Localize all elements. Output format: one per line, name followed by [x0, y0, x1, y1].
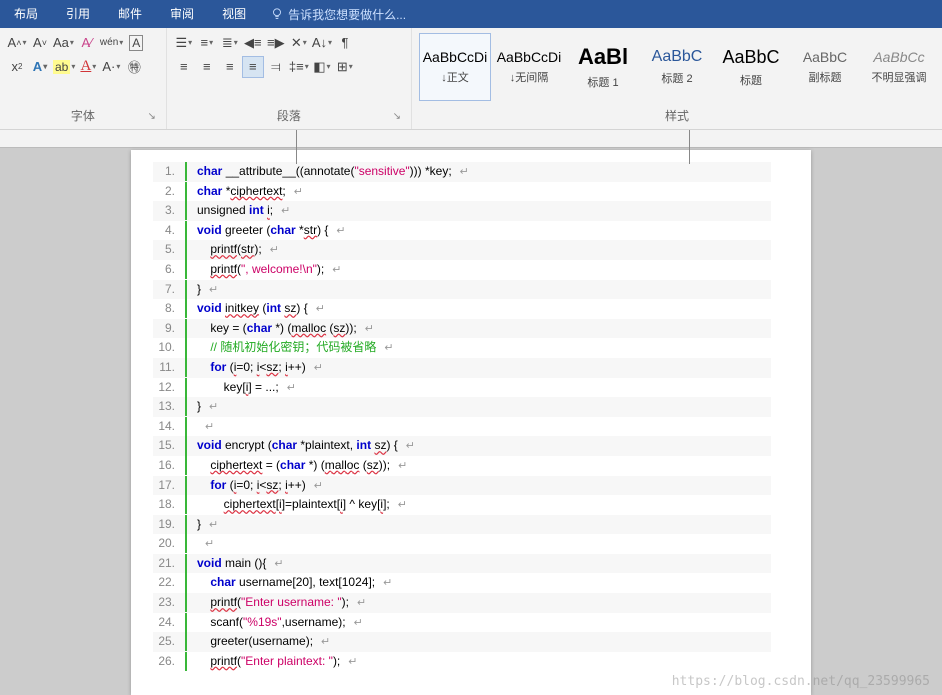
- right-margin-marker: [689, 130, 723, 164]
- styles-gallery: AaBbCcDi↓正文 AaBbCcDi↓无间隔 AaBl标题 1 AaBbC标…: [418, 31, 936, 103]
- styles-group-label: 样式: [418, 105, 936, 126]
- enclose-char-btn[interactable]: ㊕: [123, 56, 145, 78]
- tab-layout[interactable]: 布局: [0, 0, 52, 28]
- line-number: 23.: [153, 593, 187, 612]
- document-area: 1.char __attribute__((annotate("sensitiv…: [0, 130, 942, 695]
- show-marks-btn[interactable]: ¶: [334, 32, 356, 54]
- para-mark-icon: ↵: [460, 164, 469, 182]
- paragraph-launcher-icon[interactable]: ↘: [393, 111, 401, 122]
- highlight-btn[interactable]: ab: [52, 56, 76, 78]
- watermark-text: https://blog.csdn.net/qq_23599965: [672, 674, 930, 689]
- line-number: 18.: [153, 495, 187, 514]
- borders-btn[interactable]: ⊞: [334, 56, 356, 78]
- tell-me-hint[interactable]: 告诉我您想要做什么...: [270, 6, 406, 23]
- line-number: 5.: [153, 240, 187, 259]
- phonetic-btn[interactable]: wén: [99, 32, 124, 54]
- line-number: 10.: [153, 338, 187, 357]
- align-center-btn[interactable]: ≡: [196, 56, 218, 78]
- line-number: 21.: [153, 554, 187, 573]
- line-number: 2.: [153, 182, 187, 201]
- font-grow-btn[interactable]: A˅: [29, 32, 51, 54]
- line-number: 11.: [153, 358, 187, 377]
- left-margin-marker: [263, 130, 297, 164]
- font-launcher-icon[interactable]: ↘: [147, 111, 155, 122]
- tab-view[interactable]: 视图: [208, 0, 260, 28]
- page[interactable]: 1.char __attribute__((annotate("sensitiv…: [131, 150, 811, 695]
- shading-btn[interactable]: ◧: [311, 56, 333, 78]
- font-group-label: 字体↘: [6, 105, 160, 126]
- line-number: 9.: [153, 319, 187, 338]
- character-border-btn[interactable]: A: [125, 32, 147, 54]
- align-right-btn[interactable]: ≡: [219, 56, 241, 78]
- group-styles: AaBbCcDi↓正文 AaBbCcDi↓无间隔 AaBl标题 1 AaBbC标…: [412, 28, 942, 129]
- line-number: 13.: [153, 397, 187, 416]
- multilevel-btn[interactable]: ≣: [219, 32, 241, 54]
- numbering-btn[interactable]: ≡: [196, 32, 218, 54]
- line-number: 7.: [153, 280, 187, 299]
- indent-inc-btn[interactable]: ≡▶: [265, 32, 287, 54]
- line-number: 12.: [153, 378, 187, 397]
- lightbulb-icon: [270, 7, 284, 21]
- line-number: 1.: [153, 162, 187, 181]
- line-number: 4.: [153, 221, 187, 240]
- tab-review[interactable]: 审阅: [156, 0, 208, 28]
- line-number: 26.: [153, 652, 187, 671]
- line-number: 6.: [153, 260, 187, 279]
- style-subtle[interactable]: AaBbCc不明显强调: [863, 33, 935, 101]
- tab-references[interactable]: 引用: [52, 0, 104, 28]
- line-number: 17.: [153, 476, 187, 495]
- line-number: 20.: [153, 534, 187, 553]
- character-shading-btn[interactable]: A·: [100, 56, 122, 78]
- ribbon-tabs: 布局 引用 邮件 审阅 视图 告诉我您想要做什么...: [0, 0, 942, 28]
- style-heading2[interactable]: AaBbC标题 2: [641, 33, 713, 101]
- font-color-btn[interactable]: A: [77, 56, 99, 78]
- style-heading1[interactable]: AaBl标题 1: [567, 33, 639, 101]
- line-number: 8.: [153, 299, 187, 318]
- line-spacing-btn[interactable]: ‡≡: [288, 56, 310, 78]
- asian-layout-btn[interactable]: ✕: [288, 32, 310, 54]
- distribute-btn[interactable]: ⫤: [265, 56, 287, 78]
- group-paragraph: ☰ ≡ ≣ ◀≡ ≡▶ ✕ A↓ ¶ ≡ ≡ ≡ ≡ ⫤ ‡≡ ◧ ⊞ 段落↘: [167, 28, 412, 129]
- group-font: A˄ A˅ Aa A⁄ wén A x2 A ab A A· ㊕ 字体↘: [0, 28, 167, 129]
- line-number: 16.: [153, 456, 187, 475]
- subscript-btn[interactable]: x2: [6, 56, 28, 78]
- ribbon: A˄ A˅ Aa A⁄ wén A x2 A ab A A· ㊕ 字体↘ ☰ ≡: [0, 28, 942, 130]
- style-title[interactable]: AaBbC标题: [715, 33, 787, 101]
- style-nospacing[interactable]: AaBbCcDi↓无间隔: [493, 33, 565, 101]
- code-block[interactable]: 1.char __attribute__((annotate("sensitiv…: [153, 162, 771, 671]
- clear-formatting-btn[interactable]: A⁄: [76, 32, 98, 54]
- sort-btn[interactable]: A↓: [311, 32, 333, 54]
- paragraph-group-label: 段落↘: [173, 105, 405, 126]
- line-number: 22.: [153, 573, 187, 592]
- text-effects-btn[interactable]: A: [29, 56, 51, 78]
- align-left-btn[interactable]: ≡: [173, 56, 195, 78]
- line-number: 25.: [153, 632, 187, 651]
- justify-btn[interactable]: ≡: [242, 56, 264, 78]
- line-number: 14.: [153, 417, 187, 436]
- change-case-btn[interactable]: Aa: [52, 32, 75, 54]
- tab-mail[interactable]: 邮件: [104, 0, 156, 28]
- font-shrink-btn[interactable]: A˄: [6, 32, 28, 54]
- line-number: 15.: [153, 436, 187, 455]
- style-subtitle[interactable]: AaBbC副标题: [789, 33, 861, 101]
- line-number: 19.: [153, 515, 187, 534]
- style-normal[interactable]: AaBbCcDi↓正文: [419, 33, 491, 101]
- indent-dec-btn[interactable]: ◀≡: [242, 32, 264, 54]
- bullets-btn[interactable]: ☰: [173, 32, 195, 54]
- line-number: 24.: [153, 613, 187, 632]
- line-number: 3.: [153, 201, 187, 220]
- horizontal-ruler[interactable]: [0, 130, 942, 148]
